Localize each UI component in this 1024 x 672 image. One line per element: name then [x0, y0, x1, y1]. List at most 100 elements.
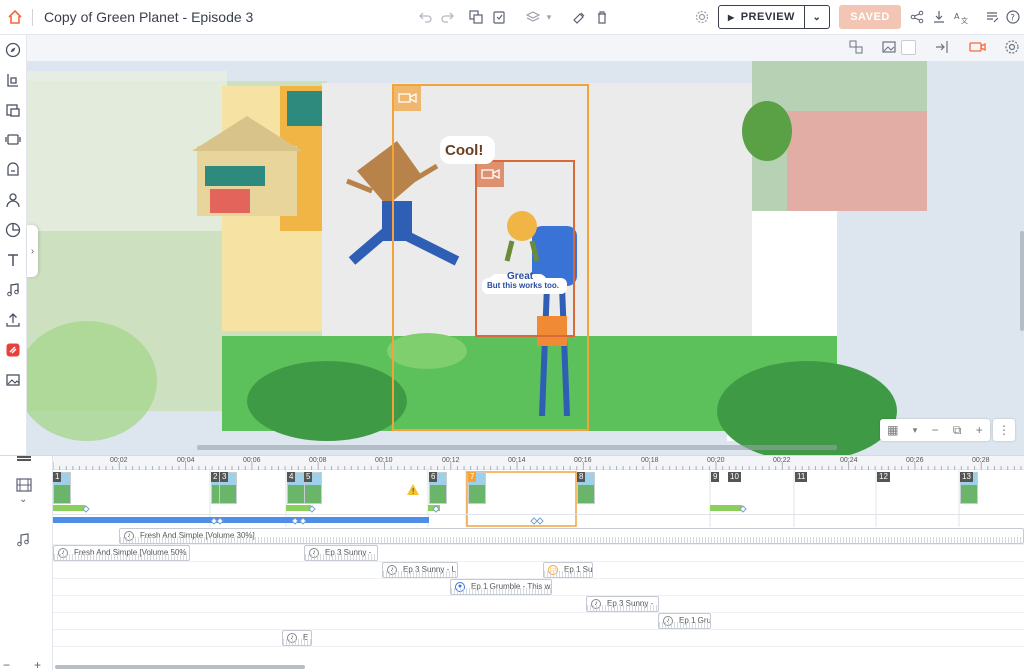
saved-button[interactable]: SAVED [839, 5, 901, 29]
props-icon[interactable] [4, 161, 22, 179]
drag-handle-icon[interactable] [17, 456, 31, 458]
audio-lane: ♪ Fresh And Simple [Volume 30%] [53, 528, 1024, 545]
audio-track-icon[interactable] [15, 532, 31, 548]
audio-lane: ♪ E [53, 630, 1024, 647]
scene-number: 7 [468, 472, 477, 482]
tick-label: 00:20 [707, 457, 725, 464]
background-color-swatch[interactable] [901, 40, 916, 55]
chart-icon[interactable] [4, 221, 22, 239]
audio-lane: ♪ Ep 3 Sunny - [53, 596, 1024, 613]
timeline-horizontal-scrollbar[interactable] [55, 665, 305, 669]
preview-button[interactable]: ▶ PREVIEW ⌄ [718, 5, 830, 29]
audio-clip[interactable]: ♪ Ep 3 Sunny - [586, 596, 659, 612]
waveform [305, 554, 377, 560]
chevron-down-icon[interactable]: ▾ [913, 425, 918, 436]
music-icon[interactable] [4, 281, 22, 299]
copy-icon[interactable] [467, 8, 485, 26]
settings-icon[interactable] [693, 8, 711, 26]
audio-clip[interactable]: ♪ Ep 1 Gru [658, 613, 711, 629]
undo-icon[interactable] [417, 8, 435, 26]
chevron-down-icon[interactable]: ▾ [540, 8, 558, 26]
help-icon[interactable]: ? [1004, 8, 1022, 26]
scene-number: 11 [795, 472, 808, 482]
scene-number: 4 [287, 472, 296, 482]
paint-icon[interactable] [570, 8, 588, 26]
media-library-icon[interactable] [4, 101, 22, 119]
upload-icon[interactable] [4, 311, 22, 329]
preview-dropdown-chevron-icon[interactable]: ⌄ [805, 12, 829, 23]
collapse-chevron-icon[interactable]: ⌄ [19, 494, 27, 505]
scene-track[interactable]: ! 1 2 3 4 5 6 7 8 9 10 11 12 13 [53, 470, 1024, 527]
trash-icon[interactable] [593, 8, 611, 26]
tick-label: 00:22 [773, 457, 791, 464]
waveform [283, 639, 311, 645]
scene-number: 6 [429, 472, 438, 482]
paste-icon[interactable] [490, 8, 508, 26]
project-title[interactable]: Copy of Green Planet - Episode 3 [44, 9, 253, 25]
zoom-in-icon[interactable]: + [976, 423, 983, 437]
plugin-icon[interactable] [4, 341, 22, 359]
zoom-controls: ▦ ▾ − ⧉ + [880, 419, 990, 441]
svg-text:A: A [954, 12, 960, 21]
grid-icon[interactable]: ▦ [887, 423, 898, 437]
audio-clip[interactable]: ♪ Fresh And Simple [Volume 50% [53, 545, 190, 561]
camera-icon[interactable] [969, 39, 987, 55]
audio-clip[interactable]: ♪ E [282, 630, 312, 646]
timeline-ruler[interactable]: 00:02 00:04 00:06 00:08 00:10 00:12 00:1… [53, 456, 1024, 470]
background-image-icon[interactable] [881, 39, 897, 55]
scene-number: 3 [220, 472, 229, 482]
character-library-icon[interactable] [4, 71, 22, 89]
tick-label: 00:26 [906, 457, 924, 464]
image-library-icon[interactable] [4, 371, 22, 389]
waveform [587, 605, 658, 611]
scene-number: 12 [877, 472, 890, 482]
more-options-icon[interactable]: ⋮ [993, 419, 1015, 441]
tick-label: 00:12 [442, 457, 460, 464]
home-icon[interactable] [6, 8, 24, 26]
tick-label: 00:06 [243, 457, 261, 464]
audio-lane: ♪ Ep 1 Gru [53, 613, 1024, 630]
canvas-toolbar [27, 35, 1024, 61]
zoom-out-icon[interactable]: − [932, 423, 939, 437]
scene-number: 8 [577, 472, 586, 482]
person-icon[interactable] [4, 191, 22, 209]
tick-label: 00:02 [110, 457, 128, 464]
waveform [120, 537, 1023, 543]
download-icon[interactable] [930, 8, 948, 26]
scene-number: 5 [304, 472, 313, 482]
redo-icon[interactable] [438, 8, 456, 26]
audio-lane: ♪ Ep 3 Sunny - L ▭ Ep 1 Su [53, 562, 1024, 579]
share-icon[interactable] [908, 8, 926, 26]
video-track-icon[interactable] [16, 477, 32, 493]
preview-main[interactable]: ▶ PREVIEW [719, 6, 805, 28]
fit-screen-icon[interactable]: ⧉ [953, 423, 962, 438]
scenes-icon[interactable] [4, 131, 22, 149]
scene-settings-icon[interactable] [1004, 39, 1020, 55]
sidebar-expand-chevron-icon[interactable]: › [27, 225, 38, 277]
audio-clip[interactable]: ♪ Ep 3 Sunny - L [382, 562, 458, 578]
notes-icon[interactable] [983, 8, 1001, 26]
waveform [451, 588, 551, 594]
tick-label: 00:14 [508, 457, 526, 464]
tick-label: 00:08 [309, 457, 327, 464]
translate-icon[interactable]: A文 [952, 8, 970, 26]
compass-icon[interactable] [4, 41, 22, 59]
audio-clip[interactable]: ▭ Ep 1 Su [543, 562, 593, 578]
scene-canvas[interactable]: Cool! Great But this works too. [27, 61, 1024, 455]
svg-text:!: ! [412, 487, 415, 496]
audio-clip[interactable]: ♪ Ep 3 Sunny - [304, 545, 378, 561]
tick-label: 00:10 [375, 457, 393, 464]
tick-label: 00:16 [574, 457, 592, 464]
enter-scene-icon[interactable] [934, 39, 950, 55]
tick-label: 00:24 [840, 457, 858, 464]
audio-clip[interactable]: ● Ep 1 Grumble - This w [450, 579, 552, 595]
top-bar: Copy of Green Planet - Episode 3 ▾ ▶ PRE… [0, 0, 1024, 35]
timeline-panel: ⌄ − + 00:02 00:04 00:06 00:08 00:10 00:1… [0, 455, 1024, 672]
scene-number: 1 [53, 472, 62, 482]
text-icon[interactable] [4, 251, 22, 269]
timeline-track-headers: ⌄ − + [0, 456, 53, 672]
waveform [544, 571, 592, 577]
swap-layout-icon[interactable] [848, 39, 864, 55]
waveform [54, 554, 189, 560]
audio-clip[interactable]: ♪ Fresh And Simple [Volume 30%] [119, 528, 1024, 544]
